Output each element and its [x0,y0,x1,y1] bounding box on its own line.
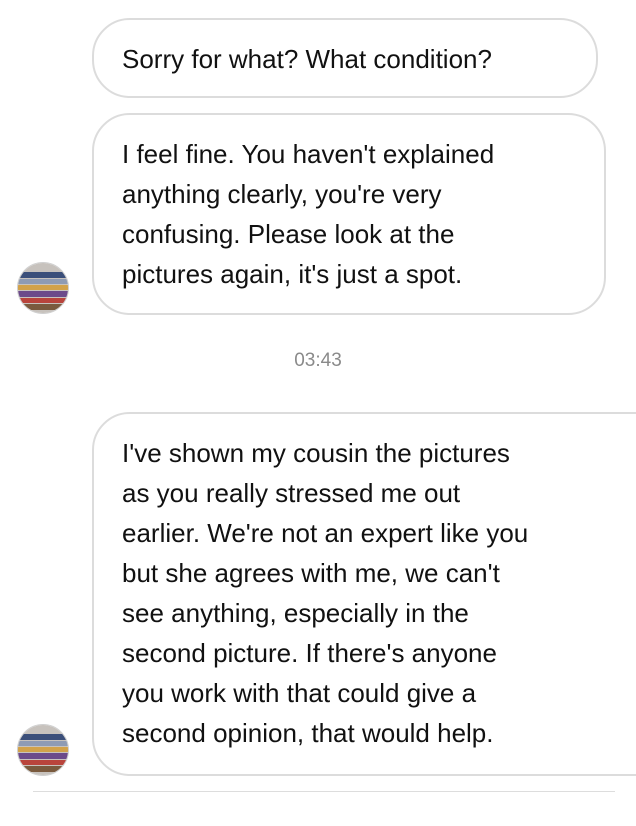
message-timestamp: 03:43 [294,350,342,371]
avatar-icon[interactable] [17,262,69,314]
message-bubble[interactable]: I feel fine. You haven't explained anyth… [92,113,606,315]
message-bubble[interactable]: I've shown my cousin the pictures as you… [92,412,636,776]
message-bubble[interactable]: Sorry for what? What condition? [92,18,598,98]
avatar-icon[interactable] [17,724,69,776]
divider [33,791,615,792]
